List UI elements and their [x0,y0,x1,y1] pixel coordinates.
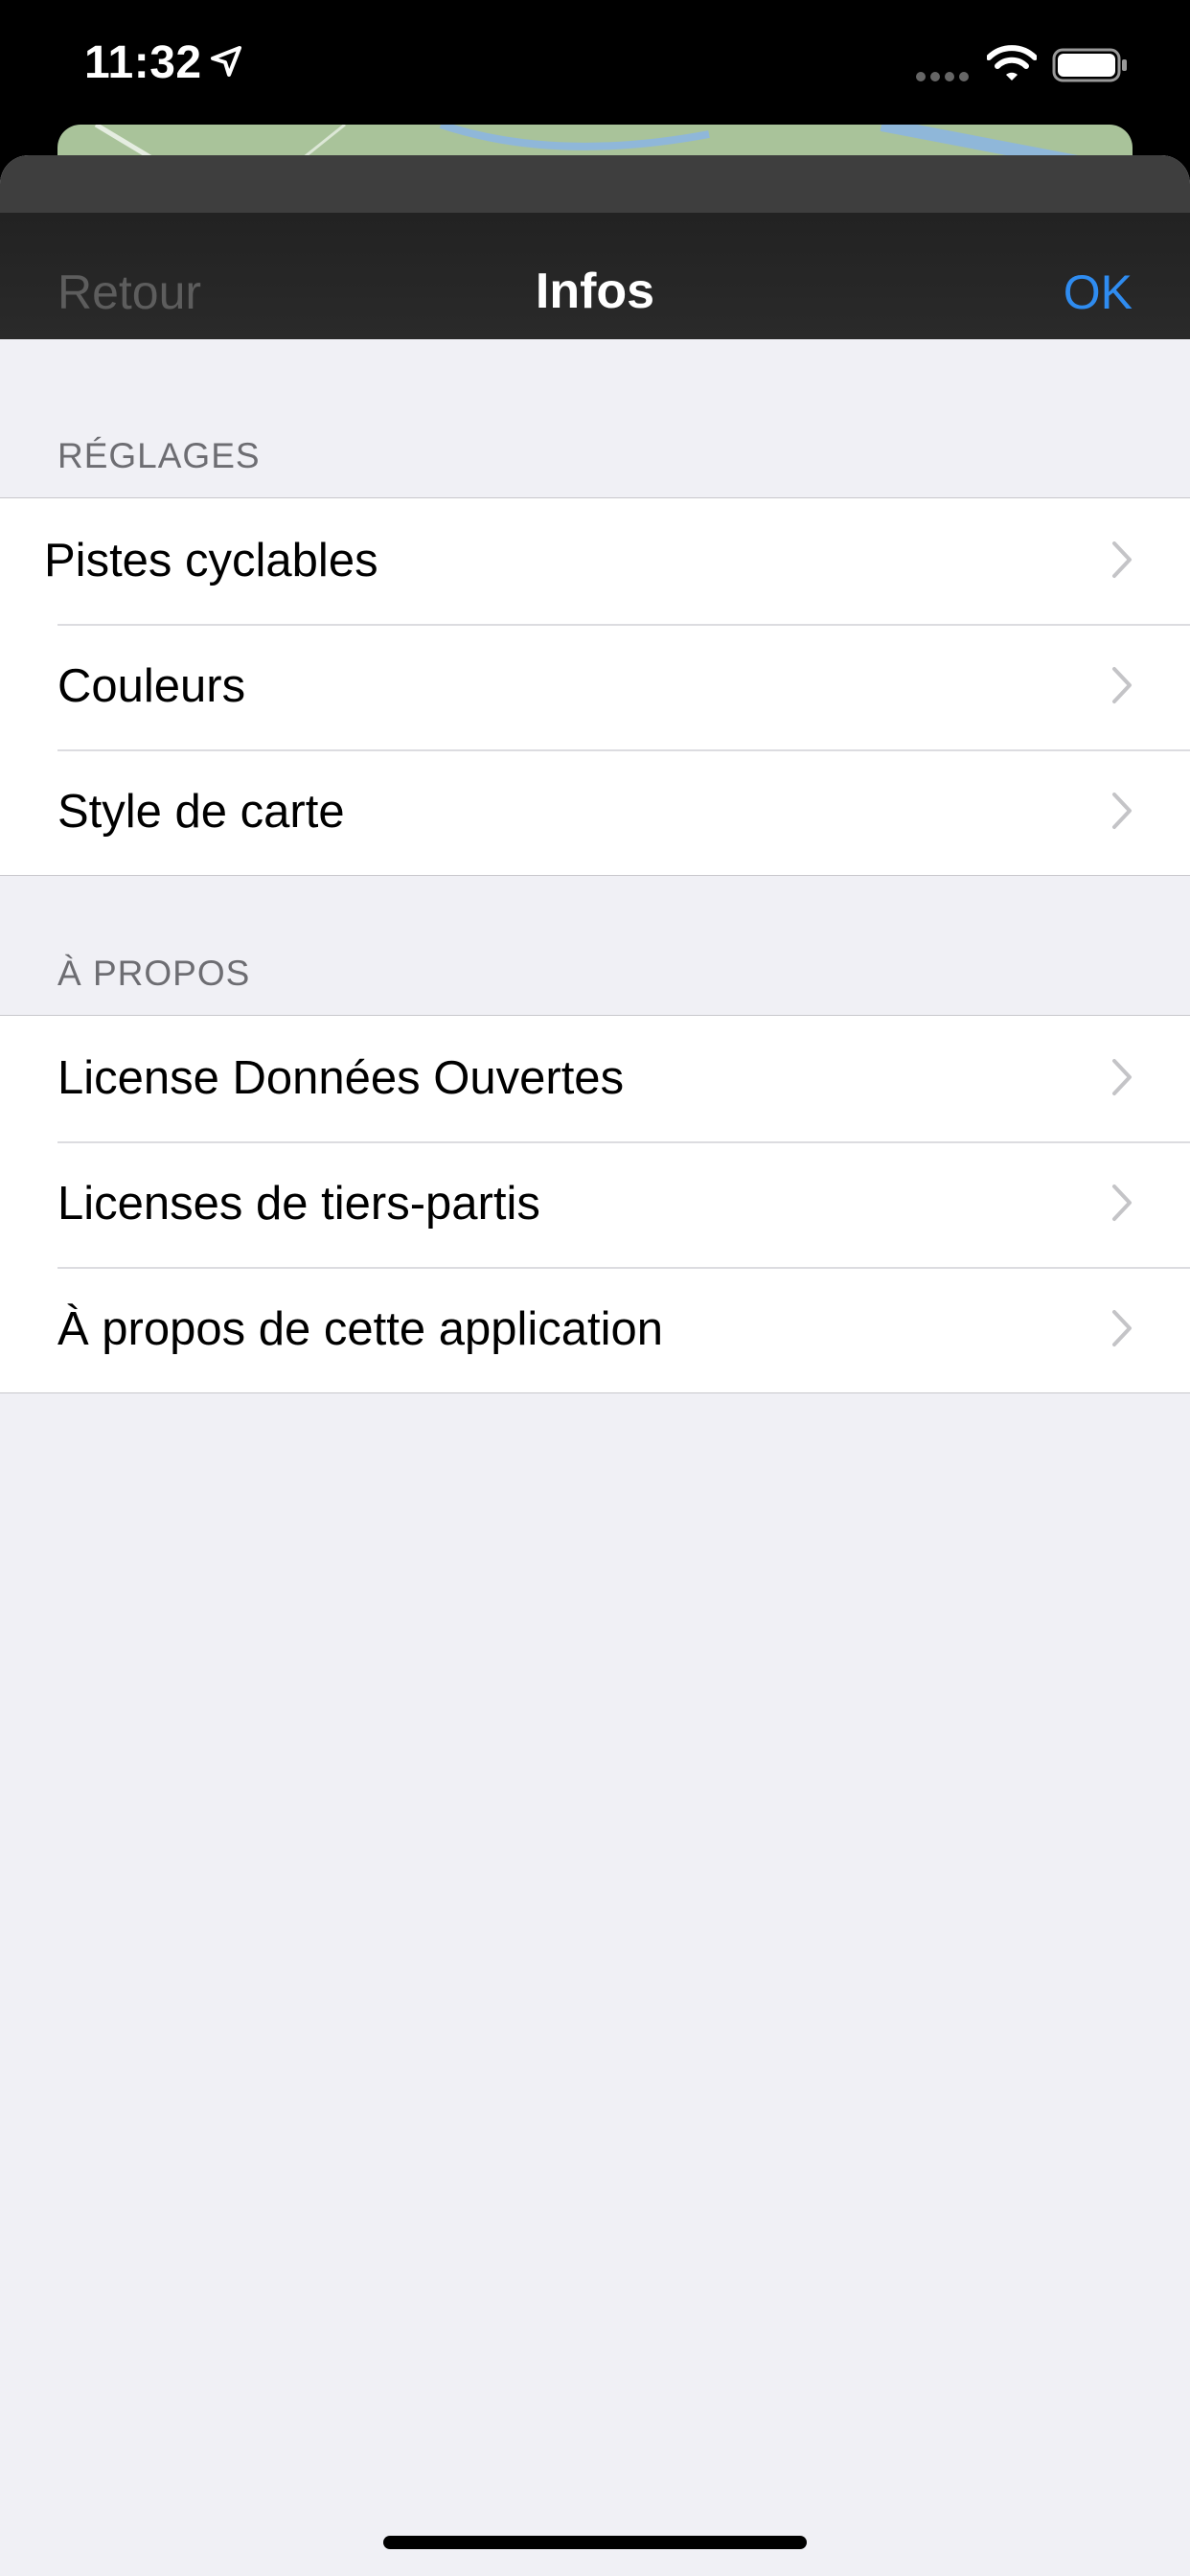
status-bar: 11:32 [0,0,1190,125]
section-header-settings: RÉGLAGES [57,436,261,475]
row-label: Style de carte [57,786,345,838]
row-colors[interactable]: Couleurs [0,624,1190,749]
location-arrow-icon [211,46,241,77]
chevron-right-icon [1112,1184,1132,1221]
row-label: Pistes cyclables [44,535,378,586]
row-label: Couleurs [57,660,246,712]
row-label: Licenses de tiers-partis [57,1178,540,1230]
navigation-bar: Retour Infos OK [0,155,1190,339]
chevron-right-icon [1112,541,1132,578]
about-group: License Données Ouvertes Licenses de tie… [0,1015,1190,1393]
row-third-party-licenses[interactable]: Licenses de tiers-partis [0,1141,1190,1267]
section-header-about: À PROPOS [57,954,251,993]
wifi-icon [987,45,1037,80]
chevron-right-icon [1112,1310,1132,1346]
row-open-data-license[interactable]: License Données Ouvertes [0,1016,1190,1141]
row-bike-lanes[interactable]: Pistes cyclables [0,498,1190,624]
chevron-right-icon [1112,667,1132,703]
page-title: Infos [535,264,655,319]
row-map-style[interactable]: Style de carte [0,749,1190,875]
chevron-right-icon [1112,1059,1132,1095]
info-sheet: Retour Infos OK RÉGLAGES Pistes cyclable… [0,155,1190,2576]
home-indicator[interactable] [383,2536,807,2549]
cellular-signal-icon [916,72,969,81]
battery-icon [1052,48,1127,82]
row-about-app[interactable]: À propos de cette application [0,1267,1190,1392]
done-button[interactable]: OK [1064,264,1133,320]
row-label: À propos de cette application [57,1303,663,1355]
settings-group: Pistes cyclables Couleurs Style de carte [0,497,1190,876]
chevron-right-icon [1112,793,1132,829]
status-time: 11:32 [84,37,202,88]
row-label: License Données Ouvertes [57,1052,625,1104]
